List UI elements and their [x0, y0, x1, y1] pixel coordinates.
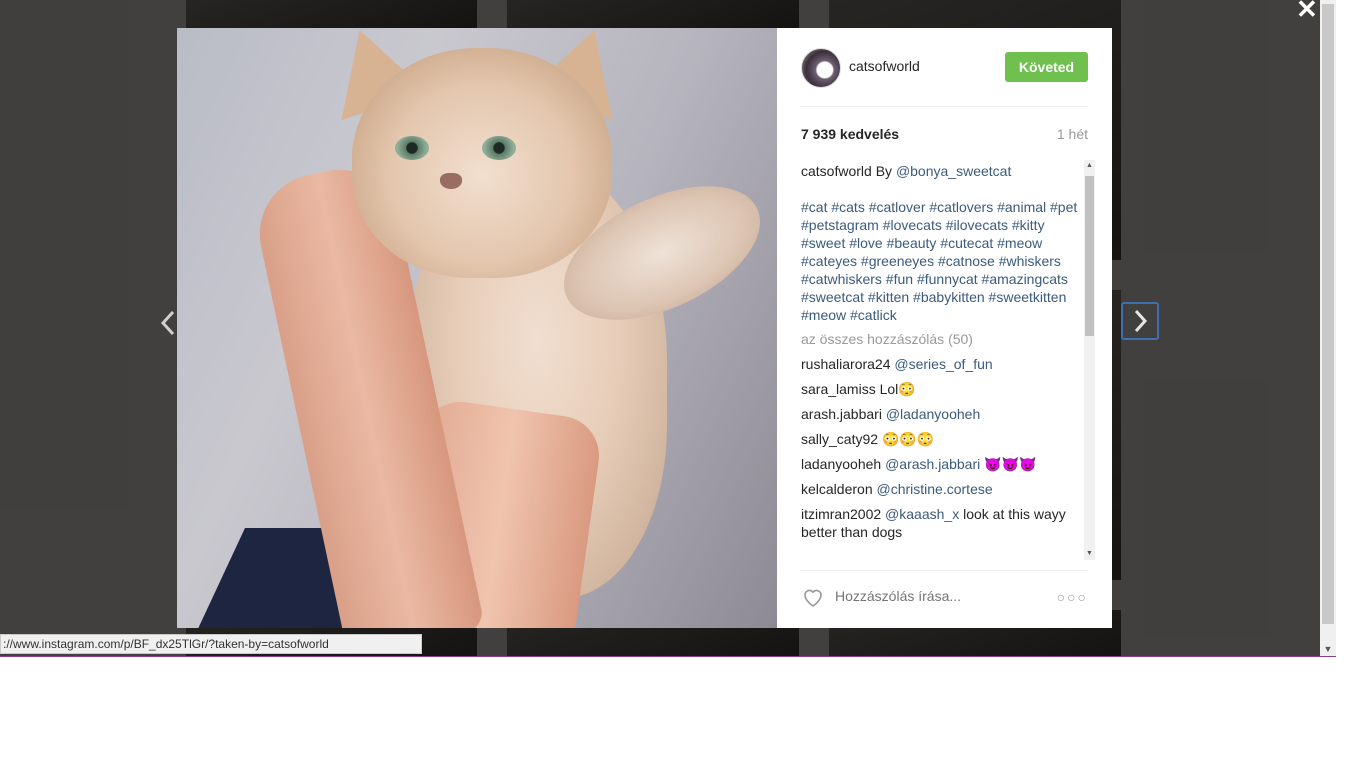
comment-username[interactable]: rushaliarora24 [801, 356, 891, 372]
comment-text: 😳😳😳 [881, 431, 935, 447]
post-photo[interactable] [177, 28, 777, 628]
avatar[interactable] [801, 48, 841, 88]
comment-mention[interactable]: @arash.jabbari [885, 456, 980, 472]
chevron-right-icon [1134, 309, 1148, 333]
post-actions: ○○○ [801, 570, 1088, 615]
view-all-comments-link[interactable]: az összes hozzászólás (50) [801, 330, 1084, 348]
page-viewport: catsofworld Követed 7 939 kedvelés 1 hét… [0, 0, 1320, 656]
comment-item: ladanyooheh @arash.jabbari 😈😈😈 [801, 455, 1084, 473]
post-side-panel: catsofworld Követed 7 939 kedvelés 1 hét… [777, 28, 1112, 628]
comments-scroll-area[interactable]: catsofworld By @bonya_sweetcat #cat #cat… [801, 160, 1095, 560]
photo-detail [395, 136, 429, 160]
close-icon[interactable]: ✕ [1296, 0, 1320, 24]
scroll-down-arrow-icon[interactable]: ▼ [1320, 644, 1336, 654]
comment-username[interactable]: arash.jabbari [801, 406, 882, 422]
comment-item: sally_caty92 😳😳😳 [801, 430, 1084, 448]
caption-username[interactable]: catsofworld [801, 163, 872, 179]
scroll-down-arrow-icon[interactable]: ▼ [1084, 548, 1095, 560]
likes-count[interactable]: 7 939 kedvelés [801, 126, 899, 142]
comment-item: kelcalderon @christine.cortese [801, 480, 1084, 498]
divider [0, 656, 1336, 657]
comment-input[interactable] [835, 585, 1045, 607]
comments-scrollbar-thumb[interactable] [1085, 176, 1094, 336]
caption: catsofworld By @bonya_sweetcat [801, 162, 1084, 180]
comments-list: catsofworld By @bonya_sweetcat #cat #cat… [801, 160, 1084, 541]
comment-username[interactable]: kelcalderon [801, 481, 873, 497]
caption-text: By [875, 163, 893, 179]
comment-item: itzimran2002 @kaaash_x look at this wayy… [801, 505, 1084, 541]
photo-detail [352, 48, 612, 278]
comment-mention[interactable]: @kaaash_x [885, 506, 959, 522]
caption-hashtags[interactable]: #cat #cats #catlover #catlovers #animal … [801, 198, 1084, 324]
browser-status-bar: ://www.instagram.com/p/BF_dx25TlGr/?take… [0, 634, 422, 654]
window-scrollbar-thumb[interactable] [1322, 4, 1334, 624]
heart-icon[interactable] [801, 585, 825, 609]
comment-text: Lol😳 [879, 381, 916, 397]
photo-detail [482, 136, 516, 160]
comments-scrollbar[interactable]: ▲ ▼ [1084, 160, 1095, 560]
next-post-button[interactable] [1121, 302, 1159, 340]
post-time[interactable]: 1 hét [1057, 126, 1088, 142]
post-header: catsofworld Követed [801, 48, 1088, 107]
comment-username[interactable]: itzimran2002 [801, 506, 881, 522]
comment-username[interactable]: ladanyooheh [801, 456, 881, 472]
photo-detail [440, 173, 462, 189]
chevron-left-icon[interactable] [156, 308, 180, 338]
follow-button[interactable]: Követed [1005, 52, 1088, 82]
caption-mention[interactable]: @bonya_sweetcat [896, 163, 1011, 179]
comment-text: 😈😈😈 [984, 456, 1037, 472]
comment-item: sara_lamiss Lol😳 [801, 380, 1084, 398]
scroll-up-arrow-icon[interactable]: ▲ [1084, 160, 1095, 172]
window-scrollbar[interactable]: ▼ [1320, 0, 1336, 656]
comment-username[interactable]: sara_lamiss [801, 381, 876, 397]
more-options-icon[interactable]: ○○○ [1057, 589, 1088, 605]
comment-username[interactable]: sally_caty92 [801, 431, 878, 447]
comment-mention[interactable]: @christine.cortese [877, 481, 993, 497]
comment-item: rushaliarora24 @series_of_fun [801, 355, 1084, 373]
comment-item: arash.jabbari @ladanyooheh [801, 405, 1084, 423]
comment-mention[interactable]: @ladanyooheh [886, 406, 980, 422]
comment-mention[interactable]: @series_of_fun [894, 356, 992, 372]
post-username[interactable]: catsofworld [849, 58, 920, 74]
